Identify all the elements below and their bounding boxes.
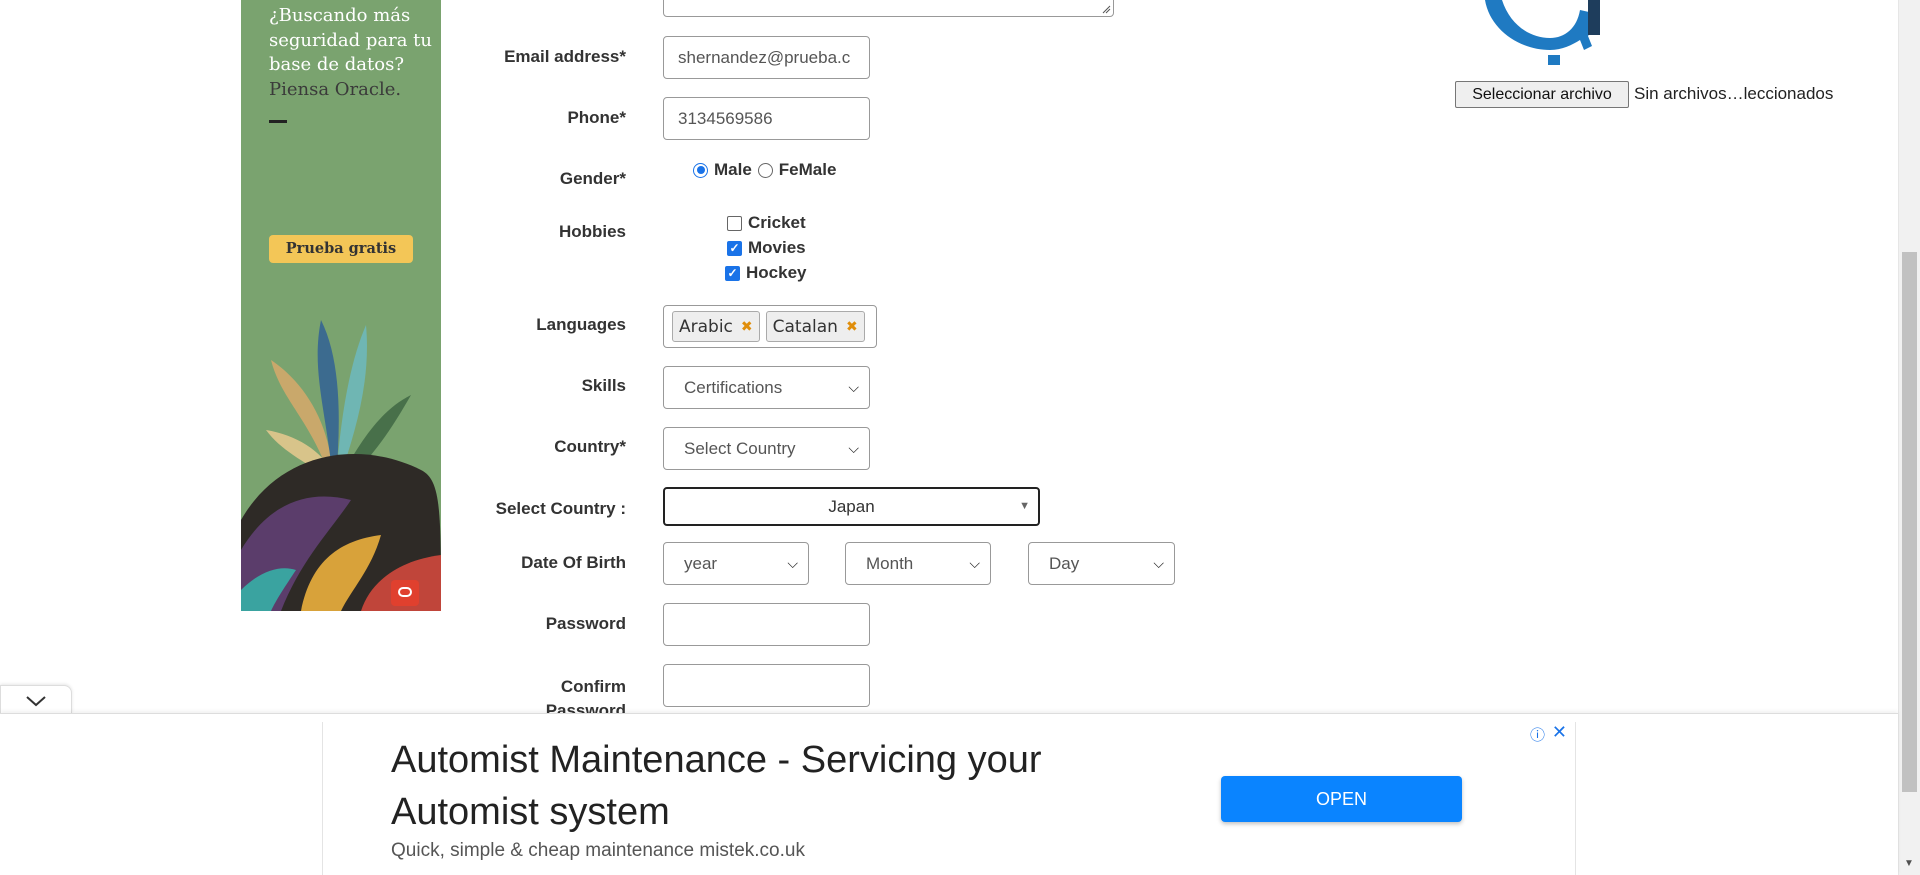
bottom-ad[interactable]: Automist Maintenance - Servicing your Au… xyxy=(322,722,1576,875)
languages-label: Languages xyxy=(536,315,626,334)
chevron-down-icon: ⌵ xyxy=(848,440,859,456)
email-field[interactable]: shernandez@prueba.c xyxy=(663,36,870,79)
language-tag-arabic: Arabic ✖ xyxy=(672,311,760,342)
plant-illustration xyxy=(241,320,441,611)
ad-text-line2: Piensa Oracle. xyxy=(269,78,402,100)
remove-tag-icon[interactable]: ✖ xyxy=(741,319,753,335)
select-country-label: Select Country : xyxy=(495,499,626,518)
chevron-down-icon: ⌵ xyxy=(848,379,859,395)
select-country-value: Japan xyxy=(828,497,875,516)
chevron-down-icon[interactable] xyxy=(25,695,47,707)
dropdown-arrow-icon: ▼ xyxy=(1019,500,1030,512)
ad-cta-button[interactable]: Prueba gratis xyxy=(269,235,413,263)
country-select[interactable]: Select Country ⌵ xyxy=(663,427,870,470)
email-label: Email address* xyxy=(504,47,626,66)
hobby-cricket-checkbox[interactable] xyxy=(727,215,742,231)
hobby-cricket-label[interactable]: Cricket xyxy=(748,213,806,233)
skills-label: Skills xyxy=(581,376,626,395)
hobbies-label: Hobbies xyxy=(558,222,626,241)
skills-select[interactable]: Certifications ⌵ xyxy=(663,366,870,409)
ad-subtext[interactable]: Quick, simple & cheap maintenance mistek… xyxy=(391,840,805,862)
language-tag-text: Arabic xyxy=(679,316,733,337)
gender-female-label[interactable]: FeMale xyxy=(779,160,837,180)
ad-open-button[interactable]: OPEN xyxy=(1221,776,1462,822)
page-scrollbar[interactable]: ▼ xyxy=(1898,0,1920,875)
dob-month-value: Month xyxy=(866,554,914,573)
gender-radio-group: Male FeMale xyxy=(693,160,836,180)
country-label: Country* xyxy=(554,437,626,456)
gender-female-radio[interactable] xyxy=(757,162,773,178)
confirm-password-field[interactable] xyxy=(663,664,870,707)
hobby-movies-label[interactable]: Movies xyxy=(748,238,806,258)
password-field[interactable] xyxy=(663,603,870,646)
languages-multiselect[interactable]: Arabic ✖ Catalan ✖ xyxy=(663,305,877,348)
phone-label: Phone* xyxy=(567,108,626,127)
hobby-hockey-label[interactable]: Hockey xyxy=(746,263,806,283)
confirm-password-label-line1: Confirm xyxy=(560,677,626,696)
remove-tag-icon[interactable]: ✖ xyxy=(846,319,858,335)
gear-icon xyxy=(1485,0,1600,65)
hobby-movies-checkbox[interactable]: ✓ xyxy=(727,240,742,256)
ad-collapse-tab[interactable] xyxy=(0,685,72,714)
hobby-cricket[interactable]: Cricket xyxy=(727,213,806,233)
info-icon[interactable]: ⓘ xyxy=(1530,724,1545,745)
language-tag-catalan: Catalan ✖ xyxy=(765,311,865,342)
country-selected: Select Country xyxy=(684,439,796,458)
gender-male-radio[interactable] xyxy=(693,162,708,178)
file-status-text: Sin archivos…leccionados xyxy=(1634,84,1834,103)
gender-male-label[interactable]: Male xyxy=(714,160,752,180)
ad-headline[interactable]: Automist Maintenance - Servicing your Au… xyxy=(391,734,1171,838)
scroll-down-arrow-icon[interactable]: ▼ xyxy=(1904,858,1914,869)
ad-text: ¿Buscando más seguridad para tu base de … xyxy=(269,4,439,102)
dob-day-select[interactable]: Day ⌵ xyxy=(1028,542,1175,585)
phone-field[interactable]: 3134569586 xyxy=(663,97,870,140)
address-textarea[interactable] xyxy=(663,0,1114,17)
hobby-movies[interactable]: ✓ Movies xyxy=(727,238,806,258)
resize-grip-icon[interactable] xyxy=(1101,4,1111,14)
ad-divider xyxy=(269,120,287,123)
dob-year-select[interactable]: year ⌵ xyxy=(663,542,809,585)
ad-text-line1: ¿Buscando más seguridad para tu base de … xyxy=(269,5,433,75)
choose-file-button[interactable]: Seleccionar archivo xyxy=(1455,81,1629,108)
chevron-down-icon: ⌵ xyxy=(1153,555,1164,571)
dob-label: Date Of Birth xyxy=(521,553,626,572)
hobby-hockey-checkbox[interactable]: ✓ xyxy=(725,265,740,281)
skills-selected: Certifications xyxy=(684,378,783,397)
scrollbar-thumb[interactable] xyxy=(1902,252,1917,792)
chevron-down-icon: ⌵ xyxy=(969,555,980,571)
gender-label: Gender* xyxy=(559,169,626,188)
select-country-combobox[interactable]: Japan ▼ xyxy=(663,487,1040,526)
dob-month-select[interactable]: Month ⌵ xyxy=(845,542,991,585)
password-label: Password xyxy=(545,614,626,633)
dob-day-value: Day xyxy=(1049,554,1080,573)
language-tag-text: Catalan xyxy=(772,316,838,337)
chevron-down-icon: ⌵ xyxy=(787,555,798,571)
close-icon[interactable]: ✕ xyxy=(1552,722,1567,743)
dob-year-value: year xyxy=(684,554,718,573)
hobby-hockey[interactable]: ✓ Hockey xyxy=(725,263,806,283)
left-ad-banner[interactable]: ¿Buscando más seguridad para tu base de … xyxy=(241,0,441,611)
